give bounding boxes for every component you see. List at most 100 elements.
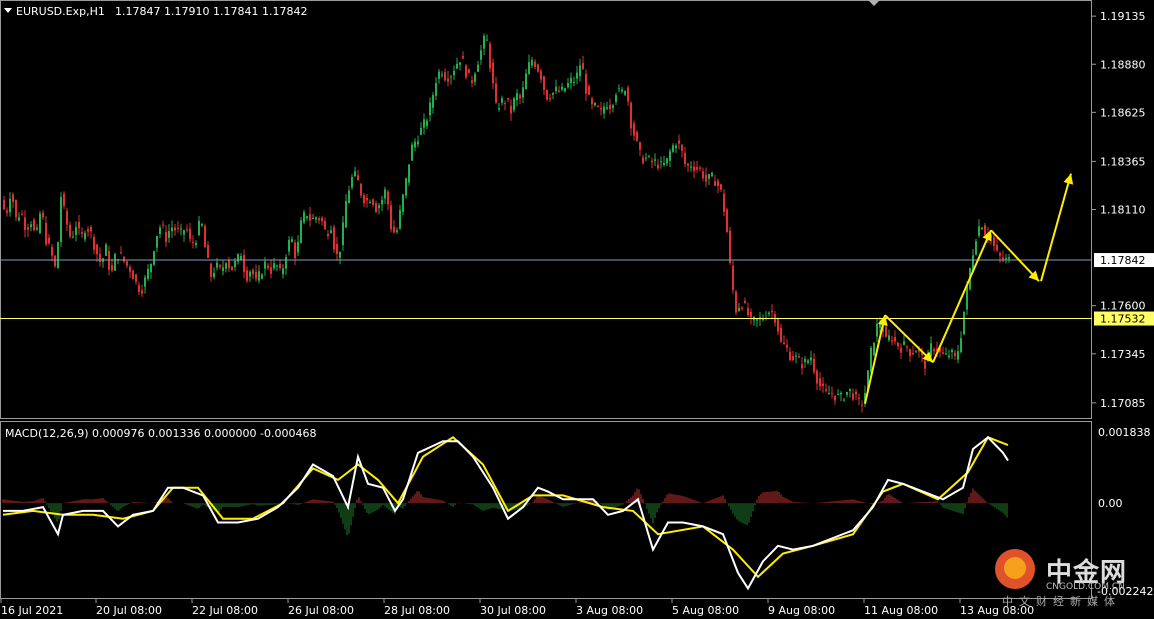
candle [855,388,857,401]
candle [90,225,92,239]
candle [111,258,113,273]
candle [345,194,347,228]
candle [786,338,788,353]
candle [891,335,893,346]
candle [279,259,281,271]
candle [744,297,746,305]
candle [183,229,185,242]
candle [324,217,326,230]
candle [831,386,833,399]
candle [255,264,257,282]
candle [420,122,422,136]
candle [537,63,539,73]
candle [795,352,797,364]
candle [663,155,665,167]
candle [240,253,242,261]
candle [522,81,524,104]
candle [648,154,650,158]
candle [999,251,1001,264]
candle [285,254,287,275]
candle [186,224,188,233]
candle [129,264,131,278]
candle [792,350,794,362]
candle [297,235,299,256]
candle [66,207,68,231]
candle [390,200,392,233]
candle [84,230,86,243]
candle [495,76,497,105]
time-axis: 16 Jul 2021 20 Jul 08:00 22 Jul 08:00 26 Ju… [0,599,1034,617]
candle [213,267,215,280]
candle [438,68,440,84]
candle [945,347,947,355]
candle [717,178,719,194]
candle [747,302,749,318]
candle [687,162,689,173]
candle [714,174,716,187]
candle [822,377,824,393]
candle [267,262,269,271]
candle [399,204,401,231]
candle [138,281,140,296]
candle [384,186,386,204]
candle [18,212,20,222]
candle [708,173,710,186]
price-tick-label: 1.18365 [1100,155,1146,168]
candle [597,104,599,108]
candle [819,372,821,391]
candle [468,68,470,74]
candle [750,308,752,325]
chart-shift-marker-icon[interactable] [868,0,880,6]
candle [30,221,32,232]
candle [900,343,902,359]
candle [912,345,914,356]
candle [606,101,608,111]
candle [960,331,962,354]
macd-lines [2,435,1009,591]
price-tick-label: 1.18625 [1100,106,1146,119]
candle [828,385,830,395]
candle [300,217,302,244]
candle [570,72,572,90]
candle [519,92,521,105]
candle [447,70,449,87]
candle [531,56,533,69]
candle [975,238,977,256]
candle [231,266,233,271]
price-tick-label: 1.19135 [1100,10,1146,23]
candle [873,342,875,357]
candle [429,97,431,122]
candle [339,251,341,265]
candle [435,77,437,101]
candle [696,160,698,173]
candle [636,130,638,142]
candle [690,161,692,172]
candle [852,388,854,402]
candle [243,249,245,279]
candle [798,353,800,359]
logo-inner-icon [1004,557,1026,579]
candle [513,96,515,113]
candlestick-series [3,33,1010,413]
candle [567,78,569,89]
candle [894,330,896,345]
time-tick-label: 11 Aug 08:00 [864,604,938,617]
chart-canvas[interactable]: 1.19135 1.18880 1.18625 1.18365 1.18110 1.176… [0,0,1154,619]
candle [24,210,26,238]
candle [621,86,623,94]
macd-scale-top: 0.001838 [1098,426,1151,439]
candle [756,317,758,328]
candle [462,51,464,59]
time-tick-label: 30 Jul 08:00 [480,604,546,617]
candle [315,216,317,224]
candle [288,235,290,256]
chart-menu-triangle-icon[interactable] [4,8,12,13]
candle [261,272,263,280]
time-tick-label: 22 Jul 08:00 [192,604,258,617]
candle [162,220,164,229]
price-tick-label: 1.17085 [1100,397,1146,410]
candle [642,154,644,165]
candle [801,357,803,375]
candle [195,240,197,249]
candle [534,58,536,69]
